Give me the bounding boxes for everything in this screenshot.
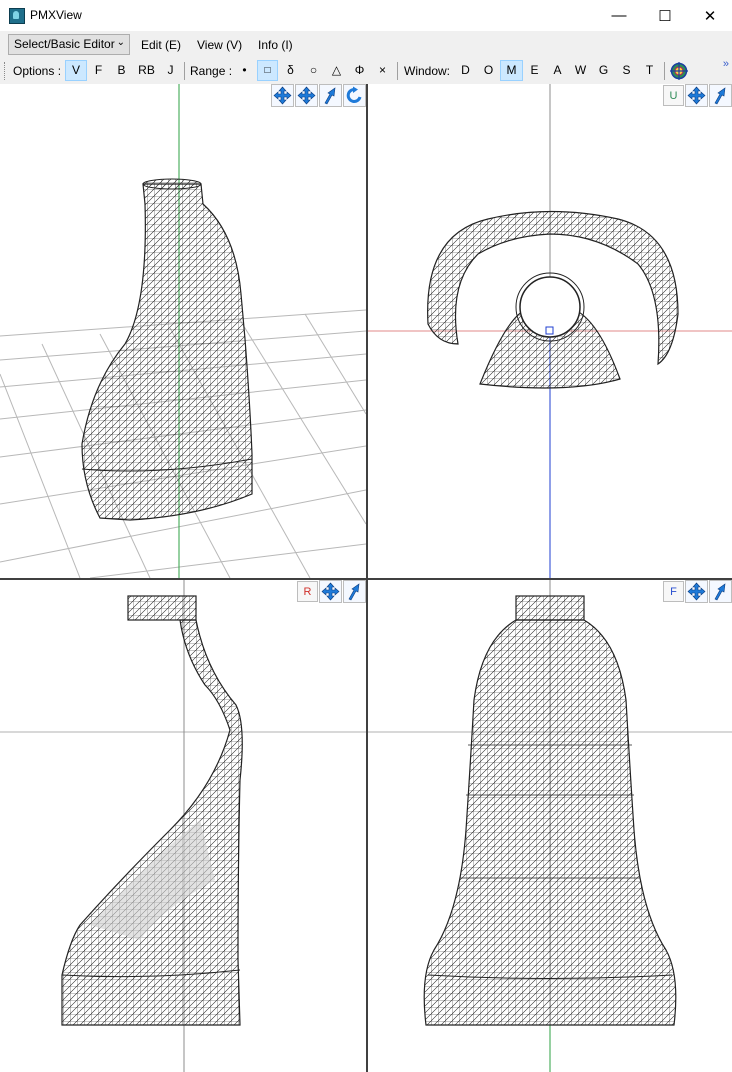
front-scene xyxy=(368,580,732,1072)
range-label: Range : xyxy=(190,64,233,78)
range-clear-button[interactable]: × xyxy=(372,60,393,81)
editor-mode-value: Select/Basic Editor xyxy=(14,37,115,51)
window-s-button[interactable]: S xyxy=(616,60,637,81)
menu-view[interactable]: View (V) xyxy=(197,38,242,52)
window-t-button[interactable]: T xyxy=(639,60,660,81)
menu-bar: Select/Basic Editor ⌄ Edit (E) View (V) … xyxy=(0,31,732,58)
range-point-button[interactable]: • xyxy=(234,60,255,81)
toolbar-separator xyxy=(184,62,185,80)
range-triangle-button[interactable]: △ xyxy=(326,60,347,81)
view-right-button[interactable]: R xyxy=(297,581,318,602)
close-button[interactable]: ✕ xyxy=(687,0,732,31)
option-f-button[interactable]: F xyxy=(88,60,109,81)
window-label: Window: xyxy=(404,64,451,78)
title-bar: PMXView — ☐ ✕ xyxy=(0,0,732,32)
minimize-button[interactable]: — xyxy=(596,0,642,31)
window-title: PMXView xyxy=(30,8,82,22)
toolbar-overflow-chevron-icon[interactable]: » xyxy=(723,58,729,70)
window-a-button[interactable]: A xyxy=(547,60,568,81)
window-e-button[interactable]: E xyxy=(524,60,545,81)
menu-edit[interactable]: Edit (E) xyxy=(141,38,181,52)
front-mesh xyxy=(423,595,677,1026)
window-d-button[interactable]: D xyxy=(455,60,476,81)
zoom-icon[interactable] xyxy=(343,580,366,603)
range-circle-button[interactable]: ○ xyxy=(303,60,324,81)
zoom-icon[interactable] xyxy=(709,580,732,603)
top-scene xyxy=(368,84,732,578)
side-viewport[interactable]: R xyxy=(0,580,366,1072)
app-icon xyxy=(9,8,25,24)
bottle-mesh xyxy=(81,178,253,521)
rotate-icon[interactable] xyxy=(343,84,366,107)
menu-info[interactable]: Info (I) xyxy=(258,38,293,52)
toolbar: Options : V F B RB J Range : • □ δ ○ △ Φ… xyxy=(0,58,732,85)
window-m-button[interactable]: M xyxy=(500,60,523,81)
window-o-button[interactable]: O xyxy=(478,60,499,81)
zoom-icon[interactable] xyxy=(319,84,342,107)
toolbar-separator xyxy=(397,62,398,80)
chevron-down-icon: ⌄ xyxy=(116,37,125,48)
perspective-viewport[interactable] xyxy=(0,84,366,578)
viewport-splitter-horizontal[interactable] xyxy=(0,578,732,580)
perspective-scene xyxy=(0,84,366,578)
front-viewport[interactable]: F xyxy=(368,580,732,1072)
target-icon[interactable] xyxy=(668,60,690,81)
move-icon[interactable] xyxy=(319,580,342,603)
option-j-button[interactable]: J xyxy=(160,60,181,81)
rotate-move-icon[interactable] xyxy=(271,84,294,107)
move-icon[interactable] xyxy=(295,84,318,107)
view-front-button[interactable]: F xyxy=(663,581,684,602)
range-delta-button[interactable]: δ xyxy=(280,60,301,81)
move-icon[interactable] xyxy=(685,84,708,107)
range-box-button[interactable]: □ xyxy=(257,60,278,81)
zoom-icon[interactable] xyxy=(709,84,732,107)
maximize-button[interactable]: ☐ xyxy=(642,0,688,31)
window-w-button[interactable]: W xyxy=(570,60,591,81)
option-b-button[interactable]: B xyxy=(111,60,132,81)
window-g-button[interactable]: G xyxy=(593,60,614,81)
top-viewport-tools: U xyxy=(663,84,732,107)
side-scene xyxy=(0,580,366,1072)
options-label: Options : xyxy=(13,64,62,78)
option-rb-button[interactable]: RB xyxy=(134,60,159,81)
side-viewport-tools: R xyxy=(297,580,366,603)
view-up-button[interactable]: U xyxy=(663,85,684,106)
move-icon[interactable] xyxy=(685,580,708,603)
side-mesh xyxy=(61,595,243,1026)
top-viewport[interactable]: U xyxy=(368,84,732,578)
perspective-viewport-tools xyxy=(271,84,366,107)
toolbar-grip[interactable] xyxy=(4,62,8,80)
range-phi-button[interactable]: Φ xyxy=(349,60,370,81)
front-viewport-tools: F xyxy=(663,580,732,603)
editor-mode-select[interactable]: Select/Basic Editor ⌄ xyxy=(8,34,130,55)
option-v-button[interactable]: V xyxy=(65,60,87,81)
top-mesh xyxy=(427,210,679,389)
toolbar-separator xyxy=(664,62,665,80)
